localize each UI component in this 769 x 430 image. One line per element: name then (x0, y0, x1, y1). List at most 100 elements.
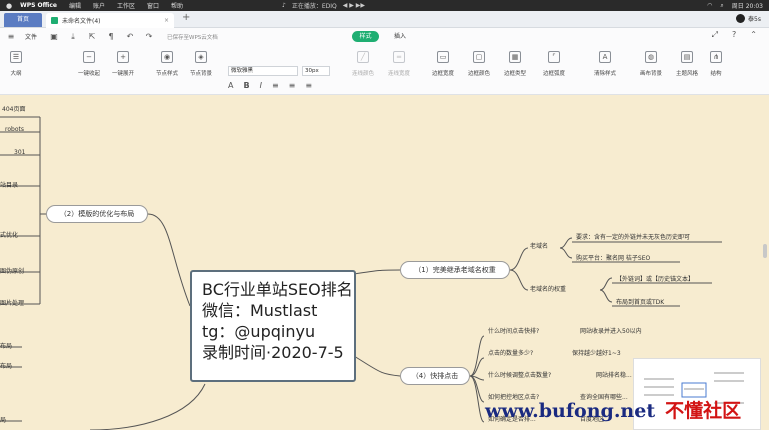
node-keep-few[interactable]: 保持越少越好1~3 (572, 348, 621, 357)
undo-icon[interactable]: ↶ (125, 32, 135, 41)
node-style-opt[interactable]: 式优化 (0, 230, 18, 239)
node-bg-button[interactable]: ◈ 节点背景 (190, 51, 212, 77)
format-painter-icon[interactable]: ¶ (106, 32, 116, 41)
structure-icon: ⋔ (710, 51, 722, 63)
italic-icon[interactable]: I (260, 81, 262, 90)
node-pseudo-original[interactable]: 图伪原创 (0, 266, 24, 275)
wifi-icon[interactable]: ◠ (707, 2, 712, 9)
watermark-tag: 不懂社区 (665, 400, 742, 422)
branch-template-layout[interactable]: （2）模版的优化与布局 (46, 205, 148, 223)
collapse-ribbon-icon[interactable]: ⌃ (750, 30, 757, 40)
theme-icon: ▤ (681, 51, 693, 63)
redo-icon[interactable]: ↷ (144, 32, 154, 41)
node-indexed-50[interactable]: 网站收录并进入50以内 (580, 326, 642, 335)
central-title: BC行业单站SEO排名 (202, 280, 353, 299)
node-adjust-click[interactable]: 什么时候调整点击数量? (488, 370, 551, 379)
tab-insert[interactable]: 插入 (394, 31, 406, 42)
node-style-label: 节点样式 (156, 71, 179, 77)
node-buy-platform[interactable]: 购买平台：聚名网 桔子SEO (576, 253, 650, 262)
border-width-icon: ▭ (437, 51, 449, 63)
save-icon[interactable]: ▣ (49, 32, 59, 41)
menu-help[interactable]: 帮助 (171, 1, 183, 10)
export-icon[interactable]: ⇱ (87, 32, 97, 41)
collapse-all-button[interactable]: − 一键收起 (78, 51, 100, 77)
menu-edit[interactable]: 编辑 (69, 1, 81, 10)
node-click-count[interactable]: 点击的数量多少? (488, 348, 533, 357)
border-type-button[interactable]: ▦ 边框类型 (504, 51, 526, 77)
align-left-icon[interactable]: ≡ (272, 81, 279, 90)
font-color-icon[interactable]: A (228, 81, 233, 90)
add-tab-icon[interactable]: + (182, 12, 190, 23)
node-layout-1[interactable]: 布局 (0, 341, 12, 350)
node-when-click[interactable]: 什么时间点击快排? (488, 326, 539, 335)
align-center-icon[interactable]: ≡ (289, 81, 296, 90)
vertical-scrollbar[interactable] (763, 244, 767, 258)
clear-format-button[interactable]: A 清除样式 (594, 51, 616, 77)
central-tg: tg：@upqinyu (202, 322, 316, 341)
node-layout-3[interactable]: 局 (0, 415, 6, 424)
node-robots[interactable]: robots (5, 126, 24, 133)
node-style-icon: ◉ (161, 51, 173, 63)
menu-window[interactable]: 窗口 (147, 1, 159, 10)
menu-app-name[interactable]: WPS Office (20, 2, 57, 9)
node-404[interactable]: 404页面 (2, 104, 25, 113)
download-icon[interactable]: ⤓ (68, 32, 78, 42)
central-topic[interactable]: BC行业单站SEO排名 微信：Mustlast tg：@upqinyu 录制时间… (190, 270, 356, 382)
align-right-icon[interactable]: ≡ (305, 81, 312, 90)
theme-button[interactable]: ▤ 主题风格 (676, 51, 698, 77)
line-width-button[interactable]: ═ 连线宽度 (388, 51, 410, 77)
expand-icon[interactable]: ⤢ (712, 30, 718, 40)
branch-old-domain[interactable]: （1）完美继承老域名权重 (400, 261, 510, 279)
border-width-button[interactable]: ▭ 边框宽度 (432, 51, 454, 77)
node-rank-stable[interactable]: 网站排名稳... (596, 370, 632, 379)
node-requirement[interactable]: 要求：含有一定的外链并未无灰色历史即可 (576, 232, 690, 241)
branch-fast-click[interactable]: （4）快排点击 (400, 367, 470, 385)
mindmap-canvas[interactable]: 404页面 robots 301 站目录 式优化 图伪原创 图片处理 布局 布局… (0, 96, 769, 430)
line-width-icon: ═ (393, 51, 405, 63)
border-radius-label: 边框弧度 (543, 71, 566, 77)
status-area: ◠ ⌕ 周日 20:03 (699, 0, 763, 11)
canvas-bg-button[interactable]: ◍ 画布背景 (640, 51, 662, 77)
border-radius-icon: ⌜ (548, 51, 560, 63)
node-domain-weight[interactable]: 老域名的权重 (530, 284, 566, 293)
node-image-process[interactable]: 图片处理 (0, 298, 24, 307)
bold-icon[interactable]: B (243, 81, 249, 90)
node-tdk[interactable]: 布局到首页或TDK (616, 297, 664, 306)
menu-icon[interactable]: ≡ (6, 32, 16, 41)
outline-button[interactable]: ☰ 大纲 (10, 51, 22, 77)
expand-all-button[interactable]: + 一键展开 (112, 51, 134, 77)
save-status: 已保存至WPS云文档 (167, 34, 218, 41)
clock[interactable]: 周日 20:03 (732, 1, 763, 10)
tab-document[interactable]: 未命名文件(4) × (46, 13, 174, 28)
node-old-domain[interactable]: 老域名 (530, 241, 548, 250)
font-size-select[interactable]: 30px (302, 66, 330, 76)
tab-document-title: 未命名文件(4) (62, 18, 101, 25)
node-301[interactable]: 301 (14, 149, 25, 156)
user-account[interactable]: 泰5s (736, 14, 761, 23)
line-color-button[interactable]: ╱ 连线颜色 (352, 51, 374, 77)
tab-style[interactable]: 样式 (352, 31, 379, 42)
node-site-dir[interactable]: 站目录 (0, 180, 18, 189)
search-icon[interactable]: ⌕ (720, 2, 723, 10)
now-playing: ♪ 正在播放：EDIQ ◀ ▶ ▶▶ (282, 0, 371, 11)
menu-account[interactable]: 账户 (93, 1, 105, 10)
play-controls-icon[interactable]: ◀ ▶ ▶▶ (343, 2, 365, 9)
node-layout-2[interactable]: 布局 (0, 361, 12, 370)
font-family-select[interactable]: 微软雅黑 (228, 66, 298, 76)
node-style-button[interactable]: ◉ 节点样式 (156, 51, 178, 77)
file-menu[interactable]: 文件 (25, 32, 37, 41)
structure-button[interactable]: ⋔ 结构 (710, 51, 722, 77)
clear-format-label: 清除样式 (594, 71, 617, 77)
watermark: www.bufong.net 不懂社区 (485, 396, 741, 423)
canvas-bg-label: 画布背景 (640, 71, 663, 77)
outline-label: 大纲 (10, 71, 22, 77)
help-icon[interactable]: ? (732, 30, 736, 40)
close-icon[interactable]: × (164, 17, 169, 24)
tab-home[interactable]: 首页 (4, 13, 42, 27)
menu-workspace[interactable]: 工作区 (117, 1, 135, 10)
border-color-button[interactable]: ▢ 边框颜色 (468, 51, 490, 77)
node-anchor-text[interactable]: 【外链词】或【历史锚文本】 (616, 274, 694, 283)
border-radius-button[interactable]: ⌜ 边框弧度 (543, 51, 565, 77)
apple-icon[interactable]: ● (6, 2, 12, 10)
music-icon: ♪ (282, 2, 286, 9)
